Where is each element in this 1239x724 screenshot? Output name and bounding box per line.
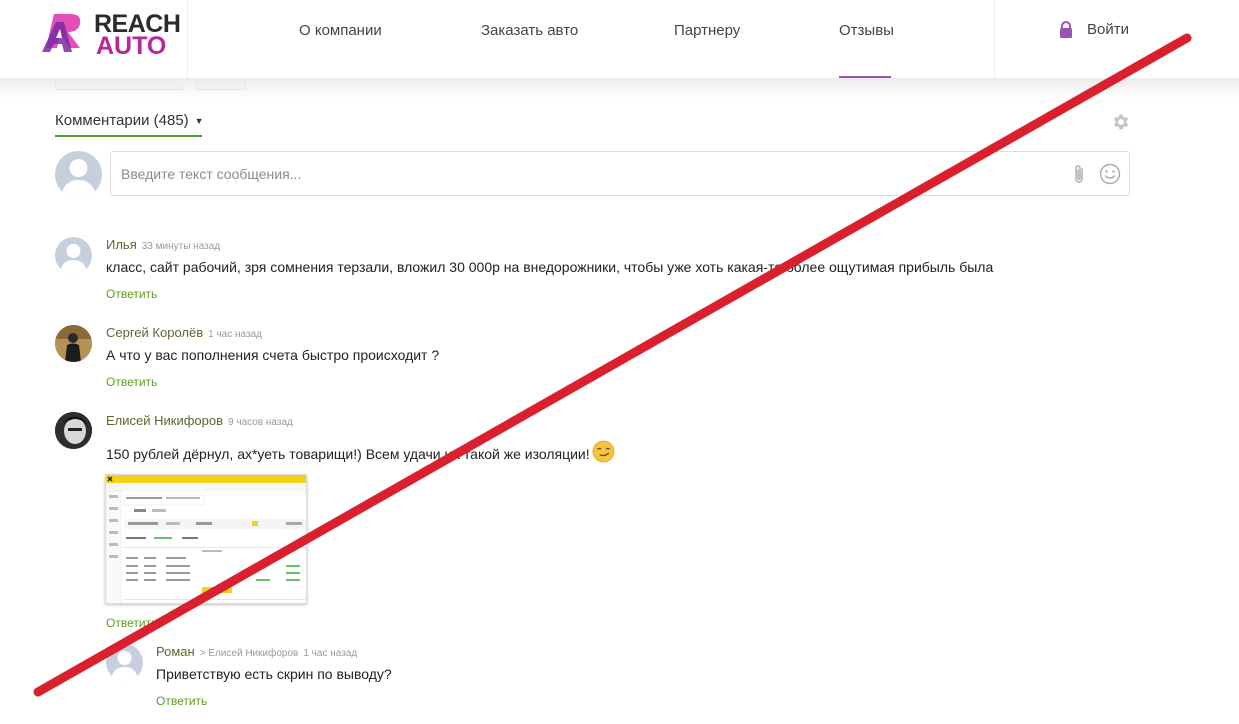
comment-time[interactable]: 1 час назад (208, 329, 262, 340)
user-silhouette-icon (60, 244, 87, 274)
comment-text-body: 150 рублей дёрнул, ах*уеть товарищи!) Вс… (106, 446, 590, 462)
user-photo-icon (55, 325, 92, 362)
nav-item-reviews[interactable]: Отзывы (839, 22, 894, 39)
avatar[interactable] (55, 237, 92, 274)
comment-time[interactable]: 9 часов назад (228, 417, 293, 428)
comment-text: класс, сайт рабочий, зря сомнения терзал… (106, 259, 994, 275)
comment-time[interactable]: 1 час назад (303, 648, 357, 659)
smile-icon[interactable] (1099, 163, 1121, 185)
comments-count-label: Комментарии (485) (55, 112, 189, 129)
current-user-avatar (55, 151, 102, 198)
reply-button[interactable]: Ответить (106, 616, 157, 630)
lock-icon (1060, 21, 1072, 38)
login-label: Войти (1087, 21, 1129, 38)
comment-author[interactable]: Елисей Никифоров (106, 413, 223, 428)
paperclip-icon[interactable] (1071, 163, 1087, 185)
comment-author[interactable]: Сергей Королёв (106, 325, 203, 340)
comment-meta: Илья 33 минуты назад (106, 237, 220, 252)
header-divider (187, 0, 188, 78)
avatar[interactable] (106, 644, 143, 681)
message-input[interactable] (121, 164, 1021, 184)
gear-icon[interactable] (1111, 112, 1131, 132)
comment-text: А что у вас пополнения счета быстро прои… (106, 347, 440, 363)
comment-author[interactable]: Илья (106, 237, 137, 252)
brand-logo[interactable]: REACH AUTO (40, 8, 188, 60)
nav-item-partner[interactable]: Партнеру (674, 22, 740, 39)
comment-meta: Роман > Елисей Никифоров 1 час назад (156, 644, 357, 659)
attached-screenshot[interactable] (105, 474, 307, 604)
comment-time[interactable]: 33 минуты назад (142, 241, 220, 252)
comment-text: 150 рублей дёрнул, ах*уеть товарищи!) Вс… (106, 440, 615, 463)
login-button[interactable]: Войти (1059, 21, 1129, 38)
smirk-emoji-icon (592, 440, 615, 463)
header-shadow (0, 78, 1239, 100)
nav-item-order-car[interactable]: Заказать авто (481, 22, 578, 39)
user-photo-icon (55, 412, 92, 449)
comment-meta: Сергей Королёв 1 час назад (106, 325, 262, 340)
bank-app-screenshot-image (106, 475, 306, 603)
avatar[interactable] (55, 412, 92, 449)
user-silhouette-icon (61, 159, 96, 198)
comment-author[interactable]: Роман (156, 644, 195, 659)
comment-text: Приветствую есть скрин по выводу? (156, 666, 392, 682)
reply-button[interactable]: Ответить (156, 694, 207, 708)
comment-reply-to[interactable]: > Елисей Никифоров (200, 648, 299, 659)
header-divider (994, 0, 995, 78)
caret-down-icon: ▼ (194, 115, 204, 126)
comments-tab-underline (55, 135, 202, 137)
avatar[interactable] (55, 325, 92, 362)
reply-button[interactable]: Ответить (106, 287, 157, 301)
site-header: REACH AUTO О компании Заказать авто Парт… (0, 0, 1239, 78)
nav-active-indicator (839, 76, 891, 78)
comments-tab[interactable]: Комментарии (485) ▼ (55, 112, 204, 129)
nav-item-about[interactable]: О компании (299, 22, 382, 39)
brand-name-line2: AUTO (96, 32, 167, 60)
user-silhouette-icon (111, 651, 138, 681)
brand-logo-mark-icon (42, 14, 81, 52)
reply-button[interactable]: Ответить (106, 375, 157, 389)
comment-meta: Елисей Никифоров 9 часов назад (106, 413, 293, 428)
message-composer (110, 151, 1130, 196)
